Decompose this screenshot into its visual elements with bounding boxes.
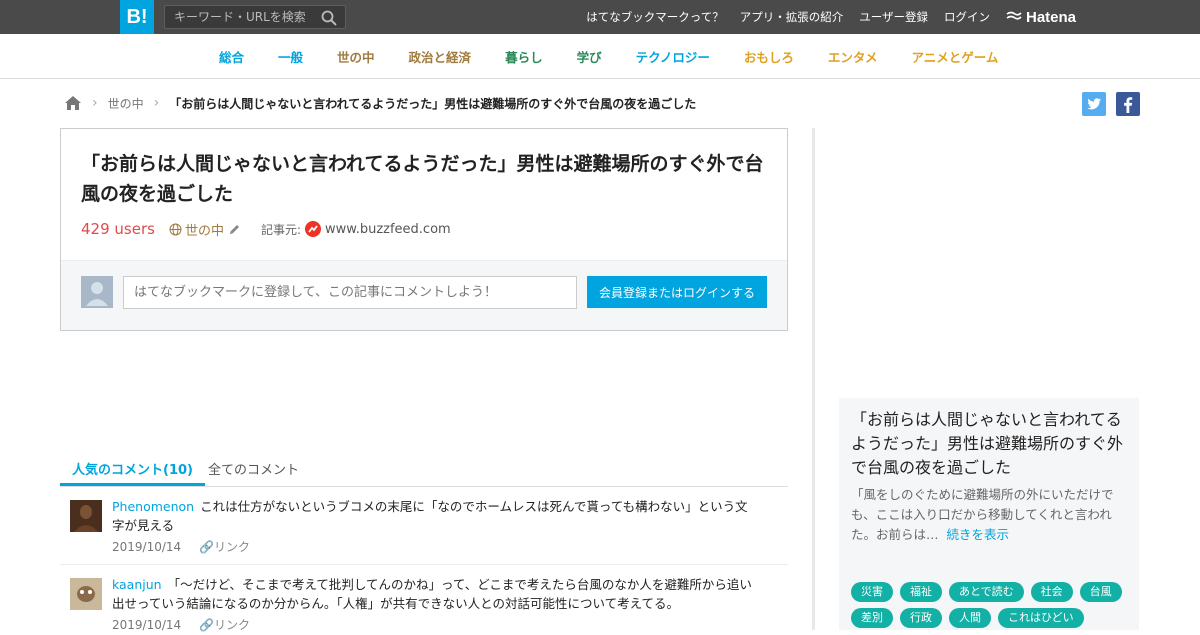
category-tab[interactable]: 一般 xyxy=(278,47,303,66)
nav-about[interactable]: はてなブックマークって？ xyxy=(586,9,723,25)
tab-all-comments[interactable]: 全てのコメント xyxy=(208,459,299,486)
comment-text: 「～だけど、そこまで考えて批判してんのかね」って、どこまで考えたら台風のなか人を… xyxy=(112,577,752,611)
commenter-avatar[interactable] xyxy=(70,500,102,532)
comment-body: kaanjun 「～だけど、そこまで考えて批判してんのかね」って、どこまで考えたら… xyxy=(112,575,752,613)
source-label: 記事元: xyxy=(260,222,301,237)
hatena-bookmark-logo[interactable]: B! xyxy=(120,0,154,34)
nav-login[interactable]: ログイン xyxy=(944,9,990,25)
category-tab[interactable]: 学び xyxy=(577,47,602,66)
category-tab[interactable]: テクノロジー xyxy=(636,47,710,66)
comment-link[interactable]: 🔗リンク xyxy=(199,540,250,554)
tag-chip[interactable]: 福祉 xyxy=(900,582,942,602)
comment-item: kaanjun 「～だけど、そこまで考えて批判してんのかね」って、どこまで考えたら… xyxy=(60,565,788,635)
article-source-domain: www.buzzfeed.com xyxy=(325,221,451,237)
comment-box: 会員登録またはログインする xyxy=(61,260,787,330)
facebook-icon xyxy=(1124,97,1133,113)
user-avatar-placeholder xyxy=(81,276,113,308)
search-box xyxy=(164,5,346,29)
category-tab[interactable]: 政治と経済 xyxy=(409,47,472,66)
article-source[interactable]: www.buzzfeed.com xyxy=(305,221,451,237)
article-card: 「お前らは人間じゃないと言われてるようだった」男性は避難場所のすぐ外で台風の夜を… xyxy=(60,128,788,331)
tag-chip[interactable]: これはひどい xyxy=(998,608,1084,628)
comment-tabs: 人気のコメント(10) 全てのコメント xyxy=(60,452,788,487)
home-icon[interactable] xyxy=(64,95,82,111)
tag-chip[interactable]: 差別 xyxy=(851,608,893,628)
comment-body: Phenomenon これは仕方がないというブコメの末尾に「なのでホームレスは死ん… xyxy=(112,497,752,535)
article-title[interactable]: 「お前らは人間じゃないと言われてるようだった」男性は避難場所のすぐ外で台風の夜を… xyxy=(81,149,771,209)
category-tab[interactable]: 暮らし xyxy=(505,47,543,66)
hatena-brand[interactable]: Hatena xyxy=(1006,0,1076,34)
category-tab[interactable]: アニメとゲーム xyxy=(912,47,999,66)
summary-title[interactable]: 「お前らは人間じゃないと言われてるようだった」男性は避難場所のすぐ外で台風の夜を… xyxy=(851,408,1129,480)
comment-item: Phenomenon これは仕方がないというブコメの末尾に「なのでホームレスは死ん… xyxy=(60,487,788,565)
comment-text: これは仕方がないというブコメの末尾に「なのでホームレスは死んで貰っても構わない」… xyxy=(112,499,748,533)
nav-apps[interactable]: アプリ・拡張の紹介 xyxy=(740,9,844,25)
tag-chip[interactable]: 人間 xyxy=(949,608,991,628)
show-more-link[interactable]: 続きを表示 xyxy=(947,527,1010,542)
article-meta: 429 users 世の中 記事元: www.buzzfeed.com xyxy=(81,219,451,239)
category-tab[interactable]: エンタメ xyxy=(828,47,878,66)
comment-meta: 2019/10/14 🔗リンク xyxy=(112,538,250,555)
tag-chip[interactable]: 社会 xyxy=(1030,582,1073,602)
search-input[interactable] xyxy=(165,6,315,28)
category-tab[interactable]: 総合 xyxy=(219,47,244,66)
comment-username[interactable]: Phenomenon xyxy=(112,499,194,514)
summary-description: 「風をしのぐために避難場所の外にいただけでも、ここは入り口だから移動してくれと言… xyxy=(851,485,1131,545)
chevron-right-icon: › xyxy=(153,95,160,111)
article-category-label: 世の中 xyxy=(184,223,224,239)
category-tab[interactable]: 世の中 xyxy=(337,47,375,66)
avatar-phenomenon xyxy=(70,500,102,532)
facebook-share-button[interactable] xyxy=(1116,92,1140,116)
commenter-avatar[interactable] xyxy=(70,578,102,610)
buzzfeed-icon xyxy=(305,221,321,237)
tag-chip[interactable]: 台風 xyxy=(1079,582,1122,602)
search-icon[interactable] xyxy=(321,10,337,26)
top-nav: はてなブックマークって？ アプリ・拡張の紹介 ユーザー登録 ログイン xyxy=(586,0,990,34)
link-icon: 🔗 xyxy=(199,540,214,554)
hatena-brand-label: Hatena xyxy=(1026,8,1077,26)
chevron-right-icon: › xyxy=(92,95,98,111)
comment-date[interactable]: 2019/10/14 xyxy=(112,540,181,554)
hatena-logo-icon xyxy=(1006,11,1022,20)
tag-chip[interactable]: 行政 xyxy=(900,608,942,628)
article-category[interactable]: 世の中 xyxy=(169,220,224,239)
comment-link-label: リンク xyxy=(213,540,250,554)
twitter-share-button[interactable] xyxy=(1082,92,1106,116)
tab-popular-comments[interactable]: 人気のコメント(10) xyxy=(60,459,205,486)
edit-icon[interactable] xyxy=(228,223,241,236)
globe-icon xyxy=(169,223,182,235)
user-icon xyxy=(86,282,108,306)
register-login-button[interactable]: 会員登録またはログインする xyxy=(587,276,767,308)
tag-chip[interactable]: あとで読む xyxy=(949,582,1024,602)
comment-username[interactable]: kaanjun xyxy=(112,577,162,592)
article-summary-panel: 「お前らは人間じゃないと言われてるようだった」男性は避難場所のすぐ外で台風の夜を… xyxy=(839,398,1139,630)
category-nav: 総合 一般 世の中 政治と経済 暮らし 学び テクノロジー おもしろ エンタメ アニメとゲーム xyxy=(0,34,1200,79)
breadcrumb-category[interactable]: 世の中 xyxy=(108,95,144,112)
twitter-icon xyxy=(1087,98,1101,110)
top-bar: B! はてなブックマークって？ アプリ・拡張の紹介 ユーザー登録 ログイン Ha… xyxy=(0,0,1200,34)
category-tab[interactable]: おもしろ xyxy=(744,47,794,66)
comment-input[interactable] xyxy=(123,276,577,309)
users-count[interactable]: 429 users xyxy=(81,220,155,238)
breadcrumb-current: 「お前らは人間じゃないと言われてるようだった」男性は避難場所のすぐ外で台風の夜を… xyxy=(169,96,697,111)
tag-list: 災害 福祉 あとで読む 社会 台風差別 行政 人間 これはひどい xyxy=(851,582,1136,628)
column-divider xyxy=(812,128,815,630)
nav-register[interactable]: ユーザー登録 xyxy=(859,9,928,25)
breadcrumb: › 世の中 › 「お前らは人間じゃないと言われてるようだった」男性は避難場所のす… xyxy=(64,94,696,112)
avatar-kaanjun xyxy=(70,578,102,610)
comment-meta: 2019/10/14 🔗リンク xyxy=(112,616,250,633)
tag-chip[interactable]: 災害 xyxy=(851,582,893,602)
